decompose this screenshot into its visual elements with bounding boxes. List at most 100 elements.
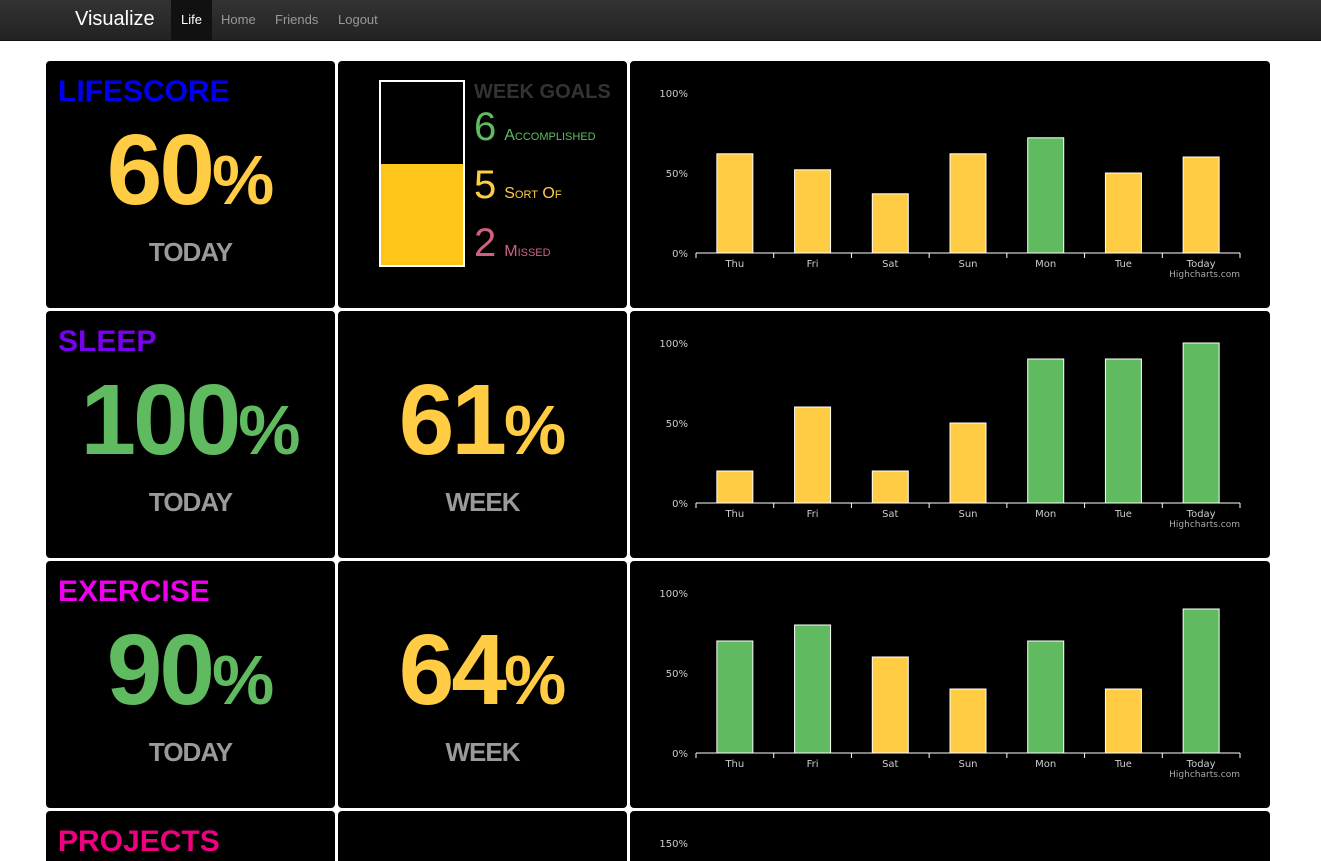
percent-sign: % (503, 391, 567, 469)
x-tick-label: Tue (1114, 259, 1132, 270)
x-tick-label: Tue (1114, 509, 1132, 520)
chart-bar (1182, 156, 1220, 254)
sleep-week-value: 61 (398, 364, 507, 476)
sleep-title: SLEEP (58, 325, 157, 358)
y-tick-label: 50% (666, 169, 688, 180)
chart-bar (794, 624, 832, 754)
goal-missed-count: 2 (474, 221, 497, 265)
x-tick-label: Thu (724, 759, 744, 770)
chart-bar (716, 470, 754, 504)
exercise-chart-panel: 100% 50% 0% Thu Fri Sat Sun Mon Tue Today Highchar… (630, 561, 1270, 808)
chart-bar (794, 406, 832, 504)
projects-week-panel (338, 811, 627, 861)
highcharts-credit: Highcharts.com (1169, 520, 1240, 530)
week-goals-title: WEEK GOALS (474, 81, 611, 103)
week-goals-progress-bar (379, 80, 465, 267)
sleep-today-value: 100 (80, 364, 241, 476)
x-tick-label: Fri (807, 259, 819, 270)
chart-bar (716, 640, 754, 754)
y-tick-label: 100% (659, 339, 688, 350)
lifescore-today-value: 60 (106, 114, 215, 226)
y-tick-label: 150% (659, 839, 688, 850)
nav-life[interactable]: Life (171, 0, 212, 40)
goal-sort-of: 5 Sort Of (474, 163, 562, 208)
chart-bar (1104, 358, 1142, 504)
projects-today-panel: PROJECTS (46, 811, 335, 861)
x-tick-label: Thu (724, 509, 744, 520)
goal-sort-of-count: 5 (474, 163, 497, 207)
x-tick-label: Mon (1035, 759, 1056, 770)
goal-sort-of-label: Sort Of (504, 185, 562, 202)
x-tick-label: Fri (807, 759, 819, 770)
chart-bar (1027, 358, 1065, 504)
exercise-today-value: 90 (106, 614, 215, 726)
chart-bar (871, 470, 909, 504)
chart-bar (949, 422, 987, 504)
exercise-week-percent: 64% (338, 613, 627, 728)
y-tick-label: 0% (672, 249, 688, 260)
chart-bar (1027, 640, 1065, 754)
y-tick-label: 50% (666, 669, 688, 680)
brand-logo[interactable]: Visualize (75, 8, 155, 31)
percent-sign: % (503, 641, 567, 719)
lifescore-chart-panel: 100% 50% 0% Thu Fri Sat Sun Mon Tue Today Highchar… (630, 61, 1270, 308)
projects-week-chart: 150% (659, 839, 688, 850)
chart-bar (1027, 137, 1065, 254)
sleep-week-panel: 61% WEEK (338, 311, 627, 558)
chart-bar (871, 193, 909, 254)
highcharts-credit: Highcharts.com (1169, 270, 1240, 280)
goal-missed: 2 Missed (474, 221, 551, 266)
goal-accomplished-label: Accomplished (504, 127, 596, 144)
sleep-chart-panel: 100% 50% 0% Thu Fri Sat Sun Mon Tue Today Highchar… (630, 311, 1270, 558)
sleep-week-chart: 100% 50% 0% Thu Fri Sat Sun Mon Tue TodayHighchar… (659, 339, 1241, 530)
chart-bar (1182, 342, 1220, 504)
lifescore-title: LIFESCORE (58, 75, 230, 108)
x-tick-label: Fri (807, 509, 819, 520)
projects-title: PROJECTS (58, 825, 220, 858)
sleep-today-percent: 100% (46, 363, 335, 478)
nav-friends[interactable]: Friends (265, 0, 328, 40)
chart-bar (716, 153, 754, 254)
exercise-today-panel: EXERCISE 90% TODAY (46, 561, 335, 808)
y-tick-label: 100% (659, 589, 688, 600)
y-tick-label: 50% (666, 419, 688, 430)
lifescore-today-panel: LIFESCORE 60% TODAY (46, 61, 335, 308)
x-tick-label: Today (1186, 259, 1216, 270)
percent-sign: % (211, 141, 275, 219)
x-tick-label: Tue (1114, 759, 1132, 770)
x-tick-label: Mon (1035, 259, 1056, 270)
goal-accomplished: 6 Accomplished (474, 105, 596, 150)
exercise-today-label: TODAY (148, 737, 233, 767)
x-tick-label: Mon (1035, 509, 1056, 520)
top-navbar: Visualize Life Home Friends Logout (0, 0, 1321, 41)
lifescore-today-label: TODAY (148, 237, 233, 267)
chart-bar (794, 169, 832, 254)
chart-bar (949, 153, 987, 254)
percent-sign: % (238, 391, 301, 469)
exercise-title: EXERCISE (58, 575, 210, 608)
x-tick-label: Sun (958, 759, 977, 770)
chart-bar (1182, 608, 1220, 754)
nav-home[interactable]: Home (211, 0, 266, 40)
nav-logout[interactable]: Logout (328, 0, 388, 40)
y-tick-label: 100% (659, 89, 688, 100)
x-tick-label: Thu (724, 259, 744, 270)
highcharts-credit: Highcharts.com (1169, 770, 1240, 780)
goal-accomplished-count: 6 (474, 105, 497, 149)
exercise-today-percent: 90% (46, 613, 335, 728)
chart-bar (871, 656, 909, 754)
sleep-today-panel: SLEEP 100% TODAY (46, 311, 335, 558)
week-goals-progress-fill (381, 164, 463, 265)
exercise-week-panel: 64% WEEK (338, 561, 627, 808)
y-tick-label: 0% (672, 749, 688, 760)
chart-bar (949, 688, 987, 754)
exercise-week-label: WEEK (445, 737, 521, 767)
x-tick-label: Sun (958, 259, 977, 270)
exercise-week-value: 64 (398, 614, 507, 726)
sleep-week-label: WEEK (445, 487, 521, 517)
chart-bar (1104, 172, 1142, 254)
x-tick-label: Sun (958, 509, 977, 520)
x-tick-label: Sat (882, 259, 898, 270)
sleep-week-percent: 61% (338, 363, 627, 478)
x-tick-label: Today (1186, 759, 1216, 770)
